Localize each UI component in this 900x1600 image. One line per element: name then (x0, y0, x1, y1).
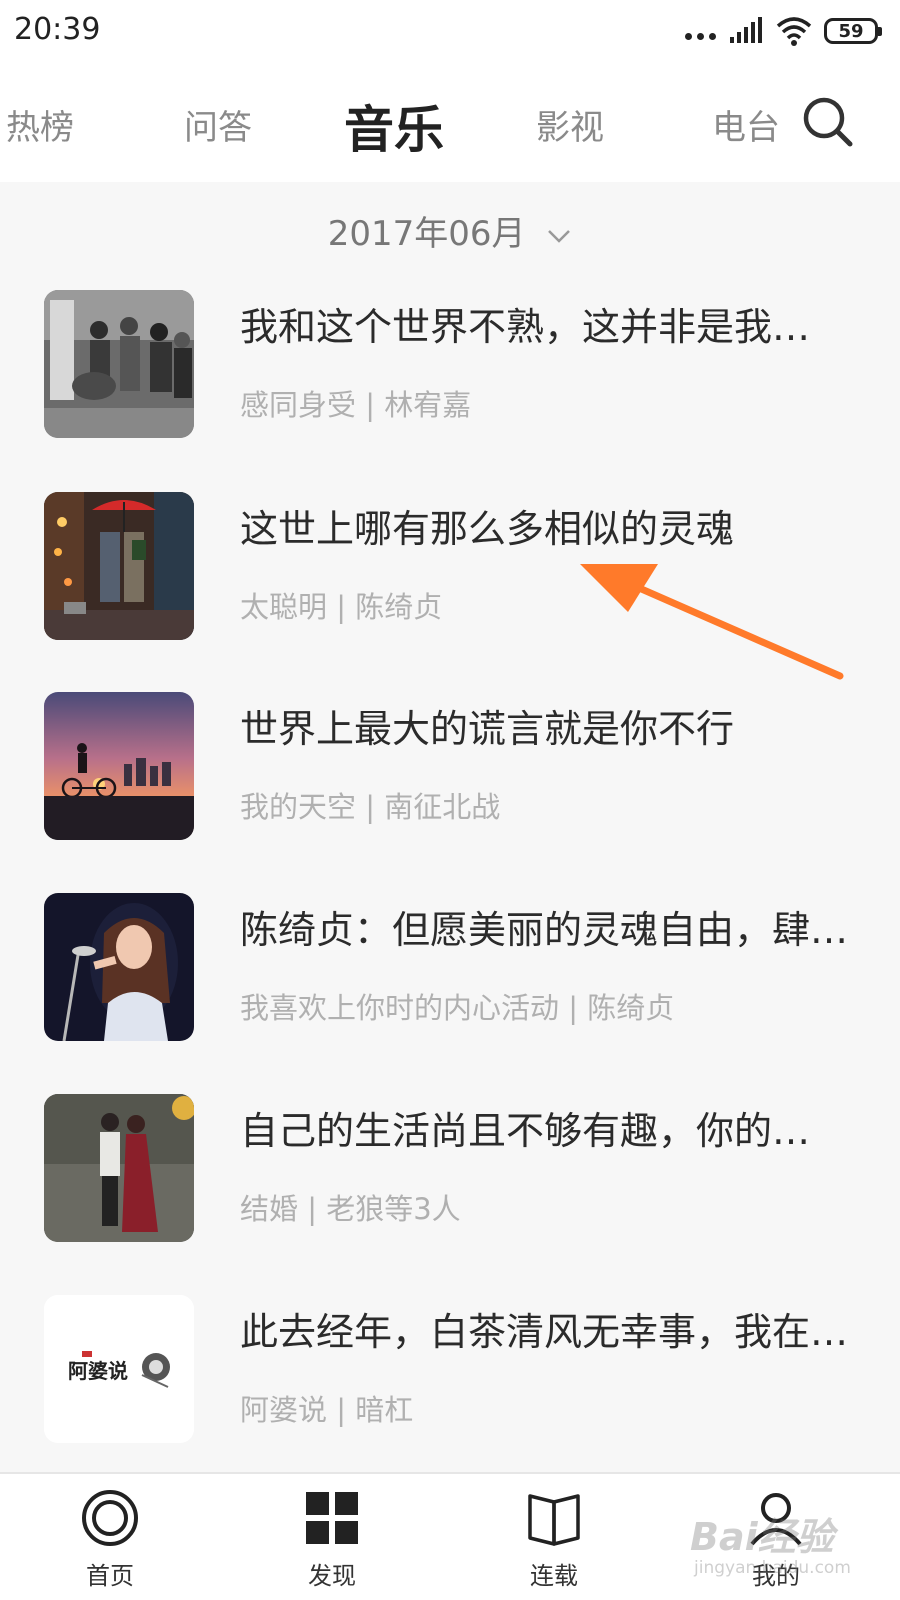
list-item[interactable]: 我和这个世界不熟，这并非是我… 感同身受 | 林宥嘉 (0, 290, 900, 440)
list-item[interactable]: 阿婆说 此去经年，白茶清风无幸事，我在… 阿婆说 | 暗杠 (0, 1295, 900, 1445)
tab-video[interactable]: 影视 (536, 100, 604, 149)
signal-icon (730, 17, 762, 43)
cover-image-logo: 阿婆说 (44, 1295, 194, 1443)
cover-image-umbrella-couple (44, 492, 194, 640)
chevron-down-icon (548, 229, 571, 243)
item-subtitle: 阿婆说 | 暗杠 (240, 1393, 414, 1427)
cover-image-sunset-bike (44, 692, 194, 840)
item-subtitle: 我喜欢上你时的内心活动 | 陈绮贞 (240, 991, 675, 1025)
grid-icon (306, 1492, 358, 1544)
tab-radio[interactable]: 电台 (712, 100, 780, 149)
month-selector[interactable]: 2017年06月 (0, 206, 900, 255)
tab-music[interactable]: 音乐 (344, 90, 444, 162)
item-title: 此去经年，白茶清风无幸事，我在… (240, 1310, 849, 1354)
cover-image-couple-rain (44, 1094, 194, 1242)
logo-text: 阿婆说 (68, 1359, 128, 1383)
item-title: 陈绮贞：但愿美丽的灵魂自由，肆… (240, 908, 849, 952)
item-title: 世界上最大的谎言就是你不行 (240, 707, 735, 751)
annotation-arrow-icon (580, 564, 844, 680)
item-title: 这世上哪有那么多相似的灵魂 (240, 507, 735, 551)
item-subtitle: 我的天空 | 南征北战 (240, 790, 501, 824)
tab-hot[interactable]: 热榜 (6, 100, 74, 149)
search-icon (803, 97, 853, 147)
more-dots-icon (685, 32, 716, 40)
status-bar: 20:39 59 (0, 0, 900, 62)
month-label: 2017年06月 (327, 214, 526, 254)
watermark-text: Bai经验 (690, 1515, 834, 1559)
baidu-watermark: Bai经验 jingyan.baidu.com (690, 1506, 890, 1596)
search-button[interactable] (800, 94, 856, 150)
item-title: 自己的生活尚且不够有趣，你的… (240, 1109, 811, 1153)
cover-image-singer (44, 893, 194, 1041)
nav-discover-label: 发现 (308, 1562, 356, 1590)
cover-image-crowd (44, 290, 194, 438)
list-item[interactable]: 世界上最大的谎言就是你不行 我的天空 | 南征北战 (0, 692, 900, 842)
list-item[interactable]: 陈绮贞：但愿美丽的灵魂自由，肆… 我喜欢上你时的内心活动 | 陈绮贞 (0, 893, 900, 1043)
list-item[interactable]: 自己的生活尚且不够有趣，你的… 结婚 | 老狼等3人 (0, 1094, 900, 1244)
nav-home[interactable]: 首页 (50, 1488, 170, 1591)
battery-indicator: 59 (824, 18, 882, 44)
nav-discover[interactable]: 发现 (272, 1488, 392, 1591)
home-icon (82, 1490, 138, 1546)
wifi-icon (776, 17, 812, 46)
book-icon (528, 1494, 580, 1546)
item-title: 我和这个世界不熟，这并非是我… (240, 305, 811, 349)
watermark-url: jingyan.baidu.com (694, 1558, 851, 1578)
nav-home-label: 首页 (86, 1562, 134, 1590)
status-time: 20:39 (14, 12, 101, 47)
item-subtitle: 结婚 | 老狼等3人 (240, 1192, 461, 1226)
nav-serial[interactable]: 连载 (494, 1488, 614, 1591)
top-tab-bar: 热榜 问答 音乐 影视 电台 (0, 62, 900, 182)
nav-serial-label: 连载 (530, 1562, 578, 1590)
item-subtitle: 感同身受 | 林宥嘉 (240, 388, 472, 422)
status-icons: 59 (685, 14, 882, 48)
tab-qa[interactable]: 问答 (184, 100, 252, 149)
